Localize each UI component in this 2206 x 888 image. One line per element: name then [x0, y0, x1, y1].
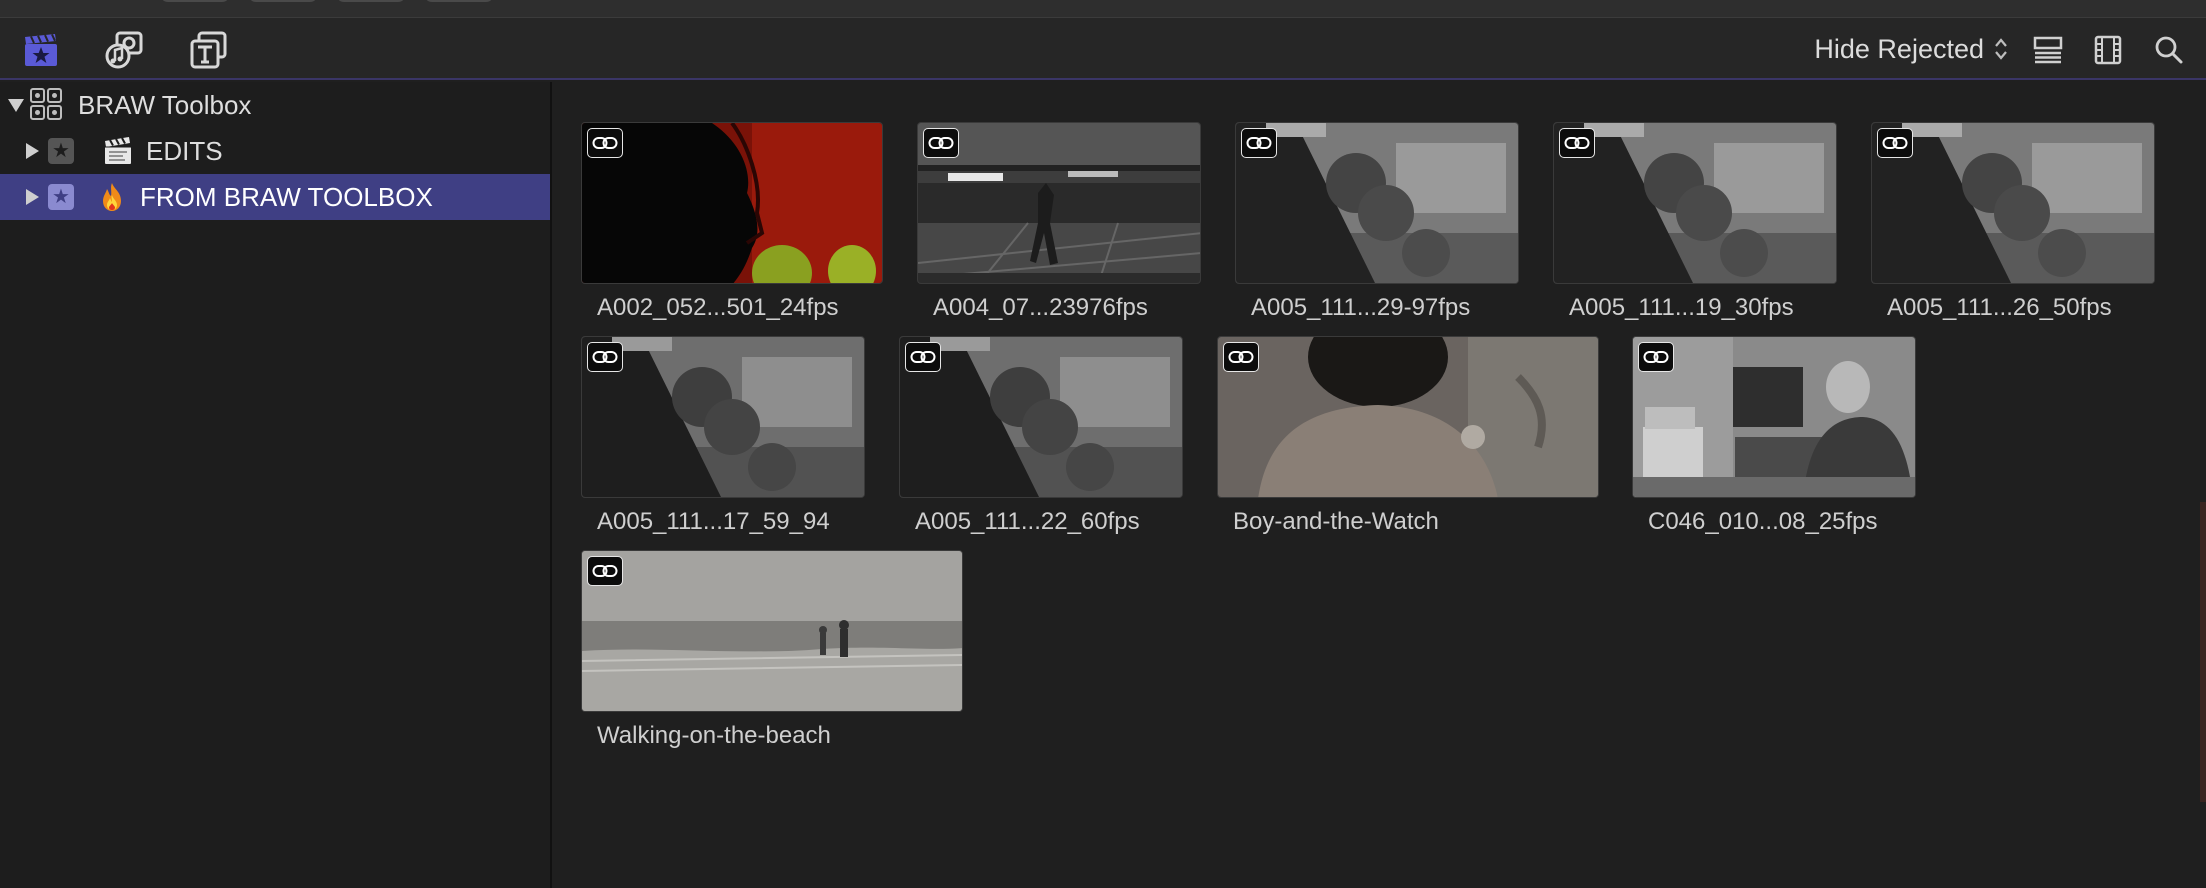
clip-name: A005_111...22_60fps — [915, 508, 1140, 535]
disclosure-triangle-icon[interactable] — [26, 189, 39, 205]
link-icon — [1638, 342, 1674, 372]
clip-thumbnail[interactable] — [581, 122, 883, 284]
clip-thumbnail[interactable] — [1632, 336, 1916, 498]
link-icon — [587, 342, 623, 372]
disclosure-triangle-icon[interactable] — [8, 99, 24, 112]
scroll-edge-marker — [2200, 502, 2206, 802]
titles-and-generators-icon[interactable] — [188, 30, 230, 70]
toolbar-button-stub[interactable] — [424, 0, 494, 2]
clip-name: A005_111...29-97fps — [1251, 294, 1471, 321]
library-icon — [30, 88, 62, 120]
toolbar-button-stub[interactable] — [336, 0, 406, 2]
clip-name: Walking-on-the-beach — [597, 722, 831, 749]
clip-name: A004_07...23976fps — [933, 294, 1148, 321]
clip-thumbnail[interactable] — [581, 336, 865, 498]
link-icon — [1877, 128, 1913, 158]
toolbar-button-stub[interactable] — [160, 0, 230, 2]
sidebar-item-from-braw-toolbox[interactable]: ★ FROM BRAW TOOLBOX — [0, 174, 550, 220]
clip-name: A005_111...19_30fps — [1569, 294, 1794, 321]
keyword-star-icon: ★ — [48, 138, 74, 164]
libraries-icon[interactable] — [20, 30, 62, 70]
clip-name: A005_111...17_59_94 — [597, 508, 830, 535]
clip-thumbnail[interactable] — [1235, 122, 1519, 284]
sidebar-item-edits[interactable]: ★ EDITS — [0, 128, 550, 174]
clip-filter-label: Hide Rejected — [1814, 33, 1984, 64]
clip-browser: A002_052...501_24fps A004_07...23976fps … — [554, 82, 2206, 888]
clapperboard-icon — [105, 137, 131, 164]
browser-toolbar: Hide Rejected — [0, 18, 2206, 80]
disclosure-triangle-icon[interactable] — [26, 143, 39, 159]
photos-and-audio-icon[interactable] — [104, 30, 146, 70]
clip-thumbnail[interactable] — [1217, 336, 1599, 498]
toolbar-button-stub[interactable] — [248, 0, 318, 2]
libraries-sidebar: BRAW Toolbox ★ EDITS ★ FROM BRAW TOOLBOX — [0, 82, 552, 888]
clip-thumbnail[interactable] — [581, 550, 963, 712]
sidebar-item-label: FROM BRAW TOOLBOX — [140, 181, 433, 212]
clip-thumbnail[interactable] — [1871, 122, 2155, 284]
clip-name: A005_111...26_50fps — [1887, 294, 2112, 321]
link-icon — [923, 128, 959, 158]
clip-thumbnail[interactable] — [917, 122, 1201, 284]
clip-name: A002_052...501_24fps — [597, 294, 839, 321]
sidebar-library-braw-toolbox[interactable]: BRAW Toolbox — [0, 82, 550, 128]
clip-name: C046_010...08_25fps — [1648, 508, 1878, 535]
link-icon — [1223, 342, 1259, 372]
clip-thumbnail[interactable] — [899, 336, 1183, 498]
link-icon — [587, 128, 623, 158]
sidebar-item-label: EDITS — [146, 135, 223, 166]
link-icon — [1559, 128, 1595, 158]
clip-name: Boy-and-the-Watch — [1233, 508, 1439, 535]
clip-thumbnail[interactable] — [1553, 122, 1837, 284]
fire-icon — [103, 183, 121, 211]
link-icon — [587, 556, 623, 586]
keyword-star-icon: ★ — [48, 184, 74, 210]
link-icon — [1241, 128, 1277, 158]
search-icon[interactable] — [2148, 30, 2190, 70]
filmstrip-view-icon[interactable] — [2087, 30, 2129, 70]
updown-chevron-icon — [1995, 38, 2007, 60]
sidebar-library-label: BRAW Toolbox — [78, 89, 252, 120]
link-icon — [905, 342, 941, 372]
window-top-strip — [0, 0, 2206, 18]
list-view-icon[interactable] — [2027, 30, 2069, 70]
clip-filter-popup[interactable]: Hide Rejected — [1814, 32, 2008, 66]
